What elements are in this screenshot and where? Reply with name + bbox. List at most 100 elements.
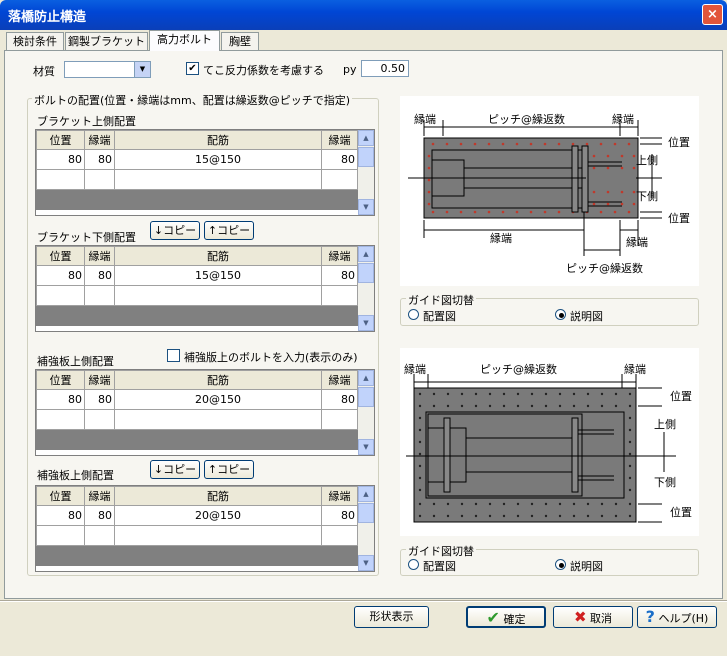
- cell-edge[interactable]: 80: [84, 265, 115, 286]
- edge-right-label: 縁端: [624, 362, 646, 376]
- table-row[interactable]: 80 80 15@150 80: [36, 265, 358, 286]
- table-row-empty: [36, 305, 358, 326]
- copy-up-button[interactable]: ↑コピー: [204, 460, 254, 479]
- scroll-down-icon[interactable]: ▼: [358, 439, 374, 455]
- scroll-thumb[interactable]: [358, 147, 374, 167]
- section-label: ブラケット上側配置: [37, 115, 136, 128]
- tab-conditions[interactable]: 検討条件: [6, 32, 64, 50]
- tab-parapet[interactable]: 胸壁: [221, 32, 259, 50]
- table-row[interactable]: [36, 285, 358, 306]
- confirm-button[interactable]: ✔ 確定: [466, 606, 546, 628]
- cell-edge-end[interactable]: 80: [321, 265, 358, 286]
- py-input[interactable]: 0.50: [361, 60, 409, 77]
- section-label: 補強板上側配置: [37, 469, 114, 482]
- footer-divider: [0, 600, 727, 602]
- upper-side-label: 上側: [654, 418, 676, 431]
- plate-bolt-checkbox[interactable]: [167, 349, 180, 362]
- table-row-empty: [36, 189, 358, 210]
- pos-top-label: 位置: [670, 389, 692, 403]
- cancel-button[interactable]: ✖ 取消: [553, 606, 633, 628]
- tab-steel-bracket[interactable]: 鋼製ブラケット: [65, 32, 148, 50]
- scroll-up-icon[interactable]: ▲: [358, 246, 374, 262]
- pos-bottom-label: 位置: [670, 505, 692, 519]
- scroll-down-icon[interactable]: ▼: [358, 555, 374, 571]
- cell-edge-end[interactable]: 80: [321, 505, 358, 526]
- plate-upper-grid-2[interactable]: 位置 縁端 配筋 縁端 80 80 20@150 80 ▲ ▼: [35, 485, 375, 572]
- table-row[interactable]: 80 80 20@150 80: [36, 389, 358, 410]
- scroll-down-icon[interactable]: ▼: [358, 315, 374, 331]
- explanation-radio[interactable]: [555, 309, 566, 320]
- column-header: 縁端: [321, 486, 358, 506]
- column-header: 配筋: [114, 130, 322, 150]
- scroll-up-icon[interactable]: ▲: [358, 130, 374, 146]
- layout-radio[interactable]: [408, 309, 419, 320]
- table-row-empty: [36, 545, 358, 566]
- cell-edge-end[interactable]: 80: [321, 149, 358, 170]
- copy-down-button[interactable]: ↓コピー: [150, 221, 200, 240]
- cell-edge[interactable]: 80: [84, 505, 115, 526]
- cell-arrangement[interactable]: 20@150: [114, 505, 322, 526]
- leverage-checkbox[interactable]: ✔: [186, 62, 199, 75]
- pitch-top-label: ピッチ@繰返数: [480, 362, 557, 376]
- layout-radio-label: 配置図: [423, 310, 456, 323]
- copy-down-button[interactable]: ↓コピー: [150, 460, 200, 479]
- table-row[interactable]: [36, 525, 358, 546]
- bracket-upper-grid[interactable]: 位置 縁端 配筋 縁端 80 80 15@150 80 ▲ ▼: [35, 129, 375, 216]
- confirm-label: 確定: [503, 613, 526, 626]
- close-button[interactable]: ×: [702, 4, 723, 25]
- cell-arrangement[interactable]: 15@150: [114, 265, 322, 286]
- explanation-radio[interactable]: [555, 559, 566, 570]
- edge-right-label: 縁端: [612, 112, 634, 126]
- scroll-up-icon[interactable]: ▲: [358, 370, 374, 386]
- upper-side-label: 上側: [636, 154, 658, 167]
- table-row[interactable]: 80 80 15@150 80: [36, 149, 358, 170]
- guide-switch-title: ガイド図切替: [406, 292, 476, 308]
- question-icon: ?: [645, 607, 655, 626]
- column-header: 縁端: [321, 246, 358, 266]
- pitch-top-label: ピッチ@繰返数: [488, 112, 565, 126]
- vertical-scrollbar[interactable]: ▲ ▼: [358, 370, 374, 455]
- cell-edge-end[interactable]: 80: [321, 389, 358, 410]
- cell-position[interactable]: 80: [36, 505, 85, 526]
- scroll-thumb[interactable]: [358, 503, 374, 523]
- help-button[interactable]: ? ヘルプ(H): [637, 606, 717, 628]
- bolt-group-title: ボルトの配置(位置・縁端はmm、配置は繰返数@ピッチで指定): [32, 92, 353, 108]
- vertical-scrollbar[interactable]: ▲ ▼: [358, 486, 374, 571]
- table-row[interactable]: [36, 409, 358, 430]
- shape-display-button[interactable]: 形状表示: [354, 606, 429, 628]
- pos-top-label: 位置: [668, 135, 690, 149]
- edge-bottom-right-label: 縁端: [626, 235, 648, 249]
- cell-position[interactable]: 80: [36, 149, 85, 170]
- pos-bottom-label: 位置: [668, 211, 690, 225]
- vertical-scrollbar[interactable]: ▲ ▼: [358, 130, 374, 215]
- scroll-down-icon[interactable]: ▼: [358, 199, 374, 215]
- copy-up-button[interactable]: ↑コピー: [204, 221, 254, 240]
- material-select[interactable]: ▼: [64, 61, 151, 78]
- cell-arrangement[interactable]: 20@150: [114, 389, 322, 410]
- column-header: 縁端: [321, 370, 358, 390]
- material-label: 材質: [33, 65, 55, 78]
- plate-upper-grid[interactable]: 位置 縁端 配筋 縁端 80 80 20@150 80 ▲ ▼: [35, 369, 375, 456]
- column-header: 縁端: [84, 370, 115, 390]
- column-header: 縁端: [84, 130, 115, 150]
- layout-radio[interactable]: [408, 559, 419, 570]
- guide-switch-title: ガイド図切替: [406, 543, 476, 559]
- cell-edge[interactable]: 80: [84, 149, 115, 170]
- scroll-thumb[interactable]: [358, 387, 374, 407]
- table-row[interactable]: [36, 169, 358, 190]
- chevron-down-icon[interactable]: ▼: [134, 62, 150, 77]
- plate-bolt-checkbox-label: 補強版上のボルトを入力(表示のみ): [184, 351, 358, 364]
- cell-edge[interactable]: 80: [84, 389, 115, 410]
- scroll-thumb[interactable]: [358, 263, 374, 283]
- section-label: 補強板上側配置: [37, 355, 114, 368]
- cross-icon: ✖: [573, 608, 587, 626]
- bracket-lower-grid[interactable]: 位置 縁端 配筋 縁端 80 80 15@150 80 ▲ ▼: [35, 245, 375, 332]
- column-header: 位置: [36, 370, 85, 390]
- vertical-scrollbar[interactable]: ▲ ▼: [358, 246, 374, 331]
- cell-arrangement[interactable]: 15@150: [114, 149, 322, 170]
- tab-hts-bolt[interactable]: 高力ボルト: [149, 30, 220, 51]
- cell-position[interactable]: 80: [36, 265, 85, 286]
- scroll-up-icon[interactable]: ▲: [358, 486, 374, 502]
- table-row[interactable]: 80 80 20@150 80: [36, 505, 358, 526]
- cell-position[interactable]: 80: [36, 389, 85, 410]
